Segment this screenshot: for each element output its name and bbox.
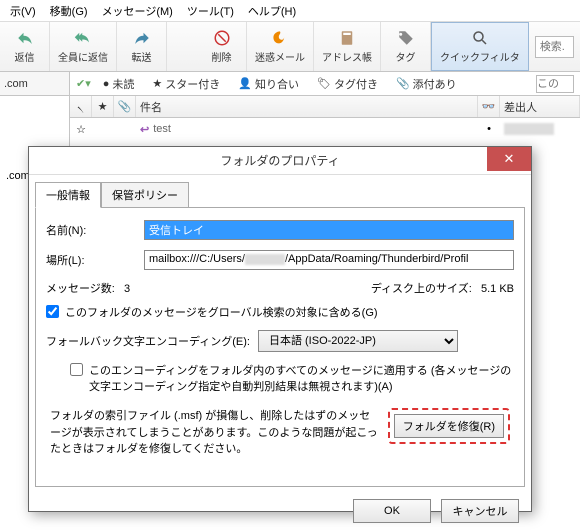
folder-properties-dialog: フォルダのプロパティ ✕ 一般情報 保管ポリシー 名前(N): 場所(L): m… [28, 146, 532, 512]
ok-button[interactable]: OK [353, 499, 431, 523]
close-button[interactable]: ✕ [487, 147, 531, 171]
col-from[interactable]: 差出人 [500, 96, 580, 117]
addressbook-button[interactable]: アドレス帳 [314, 22, 381, 71]
msgcount-label: メッセージ数: [46, 283, 115, 295]
tab-panel-general: 名前(N): 場所(L): mailbox:///C:/Users//AppDa… [35, 207, 525, 487]
tag-button[interactable]: タグ [381, 22, 431, 71]
disksize-label: ディスク上のサイズ: [371, 283, 472, 295]
col-star[interactable]: ★ [92, 96, 114, 117]
quickfilter-button[interactable]: クイックフィルタ [431, 22, 529, 71]
menu-tools[interactable]: ツール(T) [181, 1, 240, 21]
filter-tagged[interactable]: 🏷 タグ付き [311, 74, 384, 94]
junk-button[interactable]: 迷惑メール [247, 22, 314, 71]
filter-toggle-icon[interactable]: ✔▾ [76, 77, 91, 90]
book-icon [338, 29, 356, 47]
filter-contact[interactable]: 👤 知り合い [232, 74, 305, 94]
col-thread[interactable]: ৲ [70, 96, 92, 117]
repair-note-row: フォルダの索引ファイル (.msf) が損傷し、削除したはずのメッセージが表示さ… [46, 404, 514, 462]
menubar: 示(V) 移動(G) メッセージ(M) ツール(T) ヘルプ(H) [0, 0, 580, 22]
tab-retention[interactable]: 保管ポリシー [101, 182, 189, 208]
tag-icon [397, 29, 415, 47]
apply-encoding-checkbox[interactable]: このエンコーディングをフォルダ内のすべてのメッセージに適用する (各メッセージの… [70, 362, 514, 394]
replyall-icon [74, 29, 92, 47]
second-row: .com ✔▾ ● 未読 ★ スター付き 👤 知り合い 🏷 タグ付き 📎 添付あ… [0, 72, 580, 96]
dialog-button-row: OK キャンセル [29, 493, 531, 529]
col-correspondent-icon[interactable]: 👓 [478, 96, 500, 117]
quick-filter-bar: ✔▾ ● 未読 ★ スター付き 👤 知り合い 🏷 タグ付き 📎 添付あり [70, 72, 580, 95]
encoding-select[interactable]: 日本語 (ISO-2022-JP) [258, 330, 458, 352]
folder-name-input[interactable] [144, 220, 514, 240]
global-search-input[interactable] [46, 305, 59, 318]
message-row[interactable]: ☆ ↩test • [70, 118, 580, 140]
search-box [529, 22, 580, 71]
col-attach[interactable]: 📎 [114, 96, 136, 117]
disksize-value: 5.1 KB [481, 283, 514, 295]
location-field[interactable]: mailbox:///C:/Users//AppData/Roaming/Thu… [144, 250, 514, 270]
col-subject[interactable]: 件名 [136, 96, 478, 117]
filter-attachment[interactable]: 📎 添付あり [390, 74, 463, 94]
menu-message[interactable]: メッセージ(M) [96, 1, 179, 21]
name-label: 名前(N): [46, 222, 136, 238]
toolbar: 返信 全員に返信 転送 削除 迷惑メール アドレス帳 タグ クイックフィルタ [0, 22, 580, 72]
path-redacted [245, 254, 285, 265]
global-search-checkbox[interactable]: このフォルダのメッセージをグローバル検索の対象に含める(G) [46, 304, 514, 320]
replyall-button[interactable]: 全員に返信 [50, 22, 117, 71]
repair-note-text: フォルダの索引ファイル (.msf) が損傷し、削除したはずのメッセージが表示さ… [50, 408, 380, 458]
flame-icon [271, 29, 289, 47]
dialog-titlebar: フォルダのプロパティ ✕ [29, 147, 531, 175]
forward-icon [133, 29, 151, 47]
apply-encoding-input[interactable] [70, 363, 83, 376]
search-input[interactable] [535, 36, 574, 58]
dialog-title: フォルダのプロパティ [220, 152, 339, 169]
repair-folder-button[interactable]: フォルダを修復(R) [394, 414, 504, 438]
sender-redacted [504, 123, 554, 135]
filter-unread[interactable]: ● 未読 [97, 74, 141, 94]
menu-help[interactable]: ヘルプ(H) [242, 1, 302, 21]
account-label[interactable]: .com [0, 72, 70, 95]
tab-general[interactable]: 一般情報 [35, 182, 101, 208]
fallback-encoding-label: フォールバック文字エンコーディング(E): [46, 333, 250, 349]
reply-button[interactable]: 返信 [0, 22, 50, 71]
filter-search-input[interactable] [536, 75, 574, 93]
cancel-button[interactable]: キャンセル [441, 499, 519, 523]
repair-highlight: フォルダを修復(R) [388, 408, 510, 444]
replied-icon: ↩ [140, 123, 149, 136]
delete-button[interactable]: 削除 [197, 22, 247, 71]
column-headers: ৲ ★ 📎 件名 👓 差出人 [70, 96, 580, 118]
reply-icon [16, 29, 34, 47]
filter-starred[interactable]: ★ スター付き [146, 74, 226, 94]
forward-button[interactable]: 転送 [117, 22, 167, 71]
location-label: 場所(L): [46, 252, 136, 268]
msgcount-value: 3 [124, 283, 130, 295]
dialog-tabs: 一般情報 保管ポリシー [29, 175, 531, 207]
menu-go[interactable]: 移動(G) [44, 1, 94, 21]
delete-icon [213, 29, 231, 47]
menu-view[interactable]: 示(V) [4, 1, 42, 21]
search-icon [471, 29, 489, 47]
